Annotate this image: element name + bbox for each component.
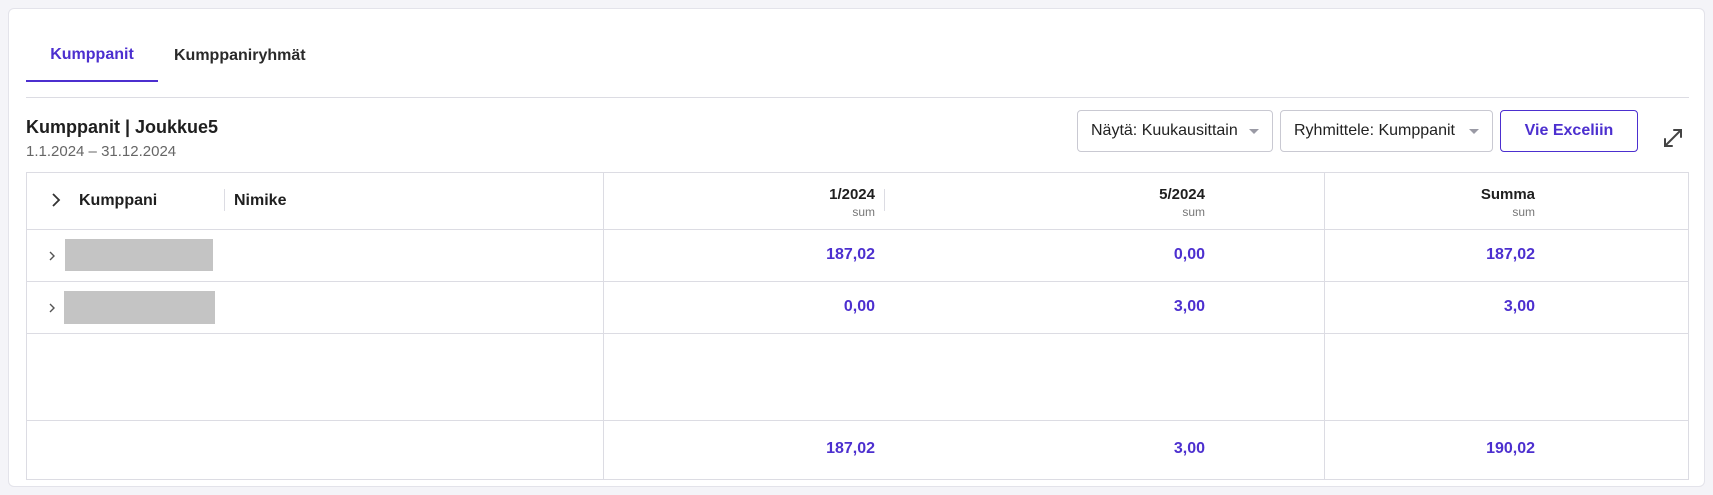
- cell-5-2024[interactable]: 3,00: [1057, 298, 1205, 316]
- column-header-title[interactable]: Nimike: [234, 192, 286, 210]
- column-header-label: 5/2024: [1159, 186, 1205, 203]
- table-header-row: Kumppani Nimike 1/2024 sum 5/2024 sum Su…: [27, 173, 1688, 230]
- show-select-value: Näytä: Kuukausittain: [1091, 122, 1238, 139]
- tab-bar: Kumppanit Kumppaniryhmät: [26, 29, 1689, 98]
- caret-down-icon: [1469, 129, 1479, 134]
- column-header-partner[interactable]: Kumppani: [79, 192, 157, 210]
- cell-summa[interactable]: 187,02: [1387, 246, 1535, 264]
- column-header-summa[interactable]: Summa sum: [1387, 186, 1535, 219]
- cell-1-2024[interactable]: 0,00: [727, 298, 875, 316]
- tab-partner-groups[interactable]: Kumppaniryhmät: [158, 29, 322, 82]
- column-header-label: 1/2024: [829, 186, 875, 203]
- column-header-aggregate: sum: [1512, 205, 1535, 219]
- report-title: Kumppanit | Joukkue5: [26, 117, 219, 137]
- redacted-partner-name: [65, 239, 213, 271]
- column-header-aggregate: sum: [852, 205, 875, 219]
- group-select[interactable]: Ryhmittele: Kumppanit: [1280, 110, 1493, 152]
- export-excel-button[interactable]: Vie Exceliin: [1500, 110, 1638, 152]
- column-header-label: Summa: [1480, 186, 1535, 203]
- column-resize-handle[interactable]: [884, 189, 885, 211]
- cell-5-2024[interactable]: 0,00: [1057, 246, 1205, 264]
- report-table: Kumppani Nimike 1/2024 sum 5/2024 sum Su…: [26, 172, 1689, 480]
- table-row[interactable]: 187,02 0,00 187,02: [27, 230, 1688, 282]
- cell-1-2024[interactable]: 187,02: [727, 246, 875, 264]
- row-expand-chevron-icon[interactable]: [45, 249, 59, 263]
- group-select-value: Ryhmittele: Kumppanit: [1294, 122, 1455, 139]
- total-5-2024: 3,00: [1173, 440, 1205, 457]
- column-header-aggregate: sum: [1182, 205, 1205, 219]
- expand-icon[interactable]: [1661, 126, 1685, 150]
- show-select[interactable]: Näytä: Kuukausittain: [1077, 110, 1273, 152]
- table-empty-area: [27, 334, 1688, 421]
- date-range: 1.1.2024 – 31.12.2024: [26, 143, 177, 160]
- cell-summa[interactable]: 3,00: [1387, 298, 1535, 316]
- redacted-partner-name: [64, 291, 215, 324]
- expand-all-chevron-icon[interactable]: [49, 193, 63, 207]
- tab-partners[interactable]: Kumppanit: [26, 29, 158, 82]
- column-header-1-2024[interactable]: 1/2024 sum: [727, 186, 875, 219]
- total-summa: 190,02: [1486, 440, 1535, 457]
- caret-down-icon: [1249, 129, 1259, 134]
- report-card: Kumppanit Kumppaniryhmät Kumppanit | Jou…: [8, 8, 1705, 487]
- table-totals-row: 187,02 3,00 190,02: [27, 421, 1688, 479]
- total-1-2024: 187,02: [826, 440, 875, 457]
- column-resize-handle[interactable]: [224, 189, 225, 211]
- row-expand-chevron-icon[interactable]: [45, 301, 59, 315]
- column-header-5-2024[interactable]: 5/2024 sum: [1057, 186, 1205, 219]
- table-row[interactable]: 0,00 3,00 3,00: [27, 282, 1688, 334]
